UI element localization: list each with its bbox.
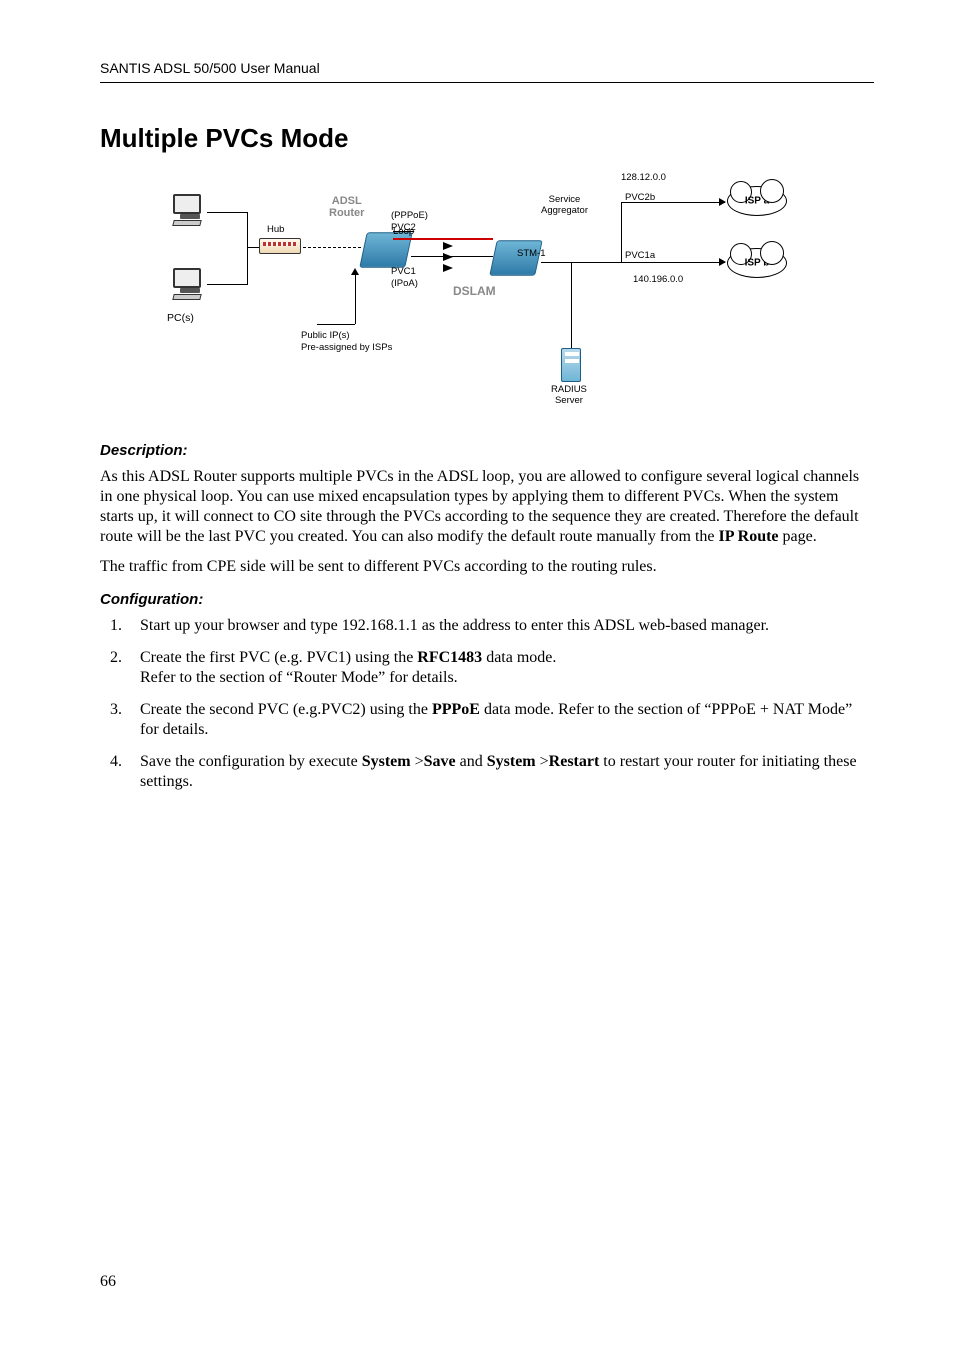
pvc1a-label: PVC1a (625, 250, 655, 261)
ipoa-label: (IPoA) (391, 278, 418, 289)
loop-label: Loop (393, 226, 414, 237)
description-paragraph-2: The traffic from CPE side will be sent t… (100, 557, 874, 577)
header-title: SANTIS ADSL 50/500 User Manual (100, 60, 320, 76)
network-diagram: PC(s) Hub ADSL Router (PPPoE) PVC2 Loop (167, 172, 807, 412)
section-title: Multiple PVCs Mode (100, 123, 874, 154)
configuration-heading: Configuration: (100, 591, 874, 608)
radius-label: RADIUS Server (551, 384, 587, 406)
service-aggregator-label: Service Aggregator (541, 194, 588, 216)
pppoe-label: (PPPoE) (391, 210, 428, 221)
page-number: 66 (100, 1273, 116, 1291)
pvc2b-label: PVC2b (625, 192, 655, 203)
configuration-steps: Start up your browser and type 192.168.1… (100, 616, 874, 792)
cloud-isp-a: ISP a (727, 186, 787, 216)
hub-label: Hub (267, 224, 284, 235)
server-icon (561, 348, 581, 382)
step-4: Save the configuration by execute System… (126, 752, 874, 792)
step-1: Start up your browser and type 192.168.1… (126, 616, 874, 636)
ip-bot-label: 140.196.0.0 (633, 274, 683, 285)
isp-a-label: ISP a (745, 196, 769, 207)
stm1-label: STM-1 (517, 248, 546, 259)
step-2: Create the first PVC (e.g. PVC1) using t… (126, 648, 874, 688)
public-ip-label-2: Pre-assigned by ISPs (301, 342, 392, 353)
cloud-isp-b: ISP b (727, 248, 787, 278)
description-heading: Description: (100, 442, 874, 459)
pc-icon (173, 194, 207, 224)
pcs-label: PC(s) (167, 312, 194, 324)
pc-icon (173, 268, 207, 298)
ip-top-label: 128.12.0.0 (621, 172, 666, 183)
isp-b-label: ISP b (745, 258, 770, 269)
public-ip-label-1: Public IP(s) (301, 330, 350, 341)
pvc1-label: PVC1 (391, 266, 416, 277)
dslam-label: DSLAM (453, 284, 496, 298)
adsl-router-label: ADSL Router (329, 196, 364, 219)
page-header: SANTIS ADSL 50/500 User Manual (100, 60, 874, 83)
diagram-container: PC(s) Hub ADSL Router (PPPoE) PVC2 Loop (100, 172, 874, 412)
hub-icon (259, 238, 301, 254)
step-3: Create the second PVC (e.g.PVC2) using t… (126, 700, 874, 740)
description-paragraph-1: As this ADSL Router supports multiple PV… (100, 467, 874, 547)
